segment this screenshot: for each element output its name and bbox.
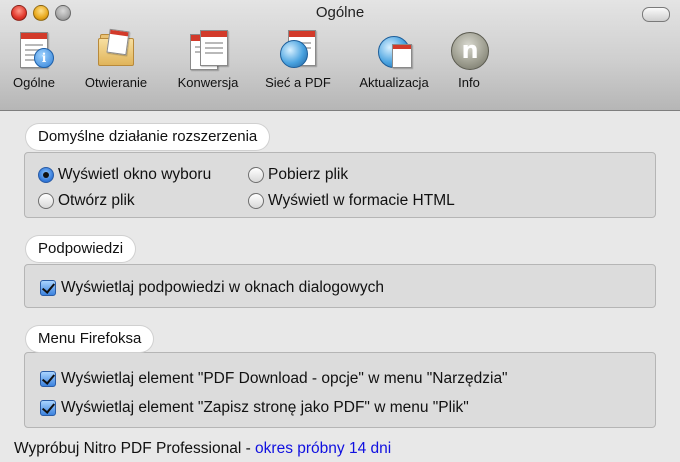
web-globe-icon <box>278 30 318 70</box>
toolbar-item-label: Aktualizacja <box>359 75 429 90</box>
checkbox-indicator[interactable] <box>40 371 56 387</box>
toolbar-item-general[interactable]: i Ogólne <box>6 30 62 98</box>
toolbar-item-update[interactable]: Aktualizacja <box>348 30 440 98</box>
checkbox-file-menu-item[interactable]: Wyświetlaj element "Zapisz stronę jako P… <box>40 399 469 417</box>
radio-label: Pobierz plik <box>268 166 349 183</box>
toolbar-item-label: Info <box>458 75 480 90</box>
toolbar-item-info[interactable]: n Info <box>446 30 492 98</box>
radio-download-file[interactable]: Pobierz plik <box>248 166 348 184</box>
footer-promo: Wypróbuj Nitro PDF Professional - okres … <box>14 440 391 458</box>
title-toolbar-area: Ogólne i Ogólne Otwieranie Konwersja Sie… <box>0 0 680 111</box>
footer-text: Wypróbuj Nitro PDF Professional - <box>14 440 256 457</box>
general-doc-icon: i <box>14 30 54 70</box>
checkbox-show-tips[interactable]: Wyświetlaj podpowiedzi w oknach dialogow… <box>40 279 384 297</box>
checkbox-label: Wyświetlaj element "PDF Download - opcje… <box>61 370 508 387</box>
checkbox-tools-menu-item[interactable]: Wyświetlaj element "PDF Download - opcje… <box>40 370 508 388</box>
checkbox-indicator[interactable] <box>40 400 56 416</box>
default-action-group-title: Domyślne działanie rozszerzenia <box>26 124 270 150</box>
toolbar-toggle-button[interactable] <box>642 7 670 22</box>
firefox-menu-group-title: Menu Firefoksa <box>26 326 154 352</box>
radio-indicator[interactable] <box>248 167 264 183</box>
convert-doc-icon <box>188 30 228 70</box>
radio-show-dialog[interactable]: Wyświetl okno wyboru <box>38 166 211 184</box>
checkbox-indicator[interactable] <box>40 280 56 296</box>
checkbox-label: Wyświetlaj podpowiedzi w oknach dialogow… <box>61 279 384 296</box>
tips-group-title: Podpowiedzi <box>26 236 136 262</box>
radio-indicator[interactable] <box>248 193 264 209</box>
info-n-icon: n <box>449 30 489 70</box>
trial-link[interactable]: okres próbny 14 dni <box>255 440 391 457</box>
folder-icon <box>96 28 136 70</box>
radio-label: Otwórz plik <box>58 192 135 209</box>
toolbar-item-label: Sieć a PDF <box>265 75 331 90</box>
preferences-window: Ogólne i Ogólne Otwieranie Konwersja Sie… <box>0 0 680 462</box>
update-globe-icon <box>374 30 414 70</box>
radio-show-html[interactable]: Wyświetl w formacie HTML <box>248 192 455 210</box>
toolbar-item-open[interactable]: Otwieranie <box>76 28 156 98</box>
radio-selected-indicator[interactable] <box>38 167 54 183</box>
toolbar-item-web[interactable]: Sieć a PDF <box>260 30 336 98</box>
radio-indicator[interactable] <box>38 193 54 209</box>
toolbar-item-convert[interactable]: Konwersja <box>170 30 246 98</box>
window-title: Ogólne <box>315 4 365 21</box>
toolbar-item-label: Konwersja <box>177 75 239 90</box>
radio-open-file[interactable]: Otwórz plik <box>38 192 135 210</box>
toolbar-item-label: Ogólne <box>13 75 55 90</box>
toolbar-item-label: Otwieranie <box>84 75 148 90</box>
radio-label: Wyświetl okno wyboru <box>58 166 212 183</box>
checkbox-label: Wyświetlaj element "Zapisz stronę jako P… <box>61 399 469 416</box>
radio-label: Wyświetl w formacie HTML <box>268 192 455 209</box>
